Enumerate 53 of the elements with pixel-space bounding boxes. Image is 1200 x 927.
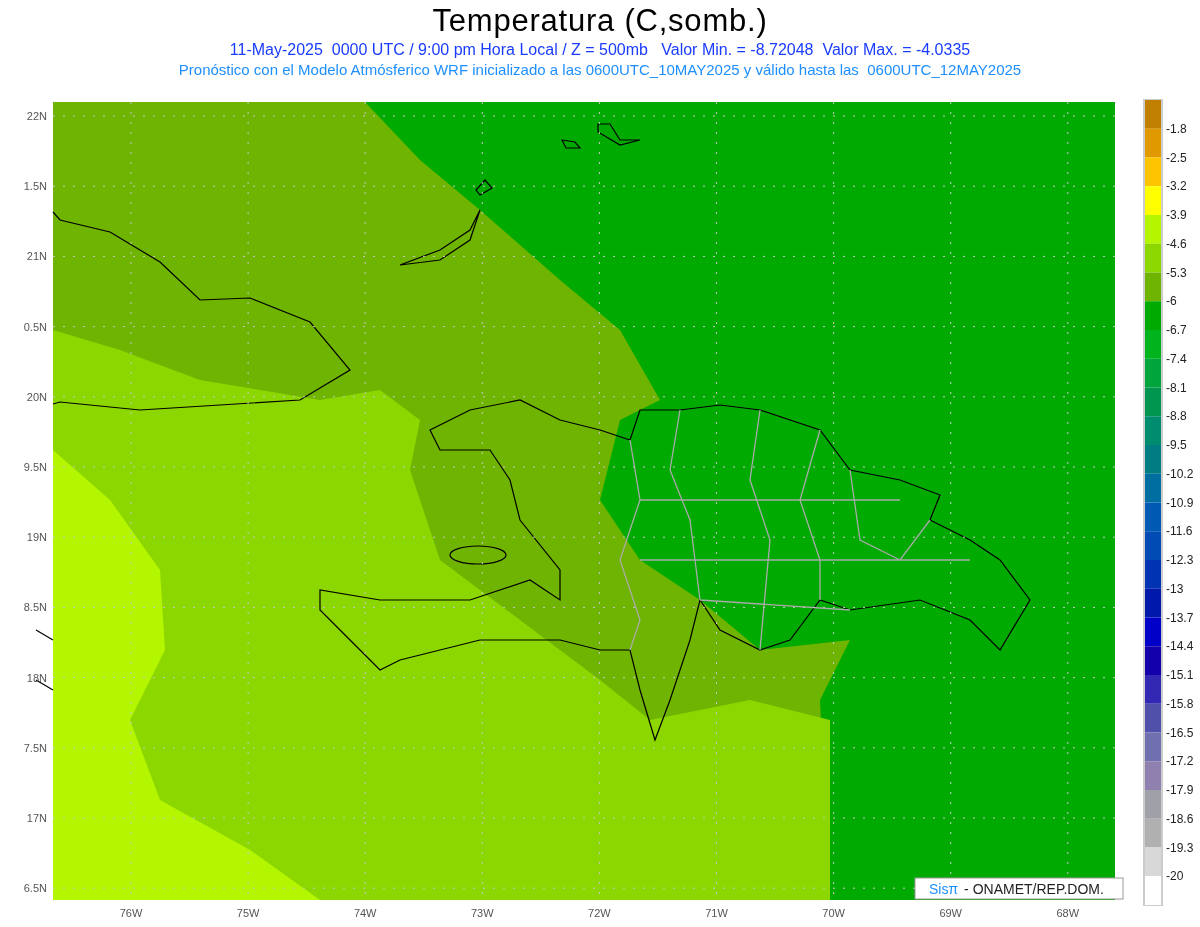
colorbar-label: -15.1: [1166, 668, 1194, 682]
colorbar-label: -1.8: [1166, 121, 1187, 136]
colorbar-label: -14.4: [1166, 639, 1194, 654]
chart-description: Pronóstico con el Modelo Atmósferico WRF inicializado a las 0600UTC_10MAY2025 y válido hasta las 0600UTC_12MAY2025: [178, 60, 1022, 80]
colorbar-label: -3.9: [1166, 208, 1187, 222]
colorbar-label: -6.7: [1166, 323, 1187, 337]
longitude-label: 69W: [939, 907, 962, 919]
colorbar-label: -10.2: [1166, 466, 1194, 481]
colorbar-label: -18.6: [1166, 811, 1194, 826]
longitude-label: 72W: [588, 907, 611, 919]
colorbar-label: -16.5: [1166, 725, 1194, 740]
latitude-label: 7.5N: [23, 741, 47, 754]
colorbar-label: -8.1: [1166, 380, 1187, 395]
latitude-label: 22N: [26, 110, 47, 122]
longitude-label: 76W: [119, 907, 143, 919]
latitude-label: 0.5N: [23, 320, 47, 333]
colorbar-label: -10.9: [1166, 495, 1194, 510]
chart-title: Temperatura (C,somb.): [432, 2, 768, 40]
latitude-label: 17N: [26, 812, 47, 824]
colorbar-label: -6: [1166, 294, 1177, 309]
latitude-label: 9.5N: [23, 461, 47, 473]
latitude-label: 8.5N: [23, 601, 47, 614]
longitude-label: 71W: [705, 907, 728, 919]
latitude-label: 19N: [26, 531, 47, 544]
latitude-label: 21N: [26, 250, 47, 263]
colorbar-label: -4.6: [1166, 236, 1187, 251]
colorbar-label: -19.3: [1166, 840, 1194, 855]
latitude-label: 18N: [26, 671, 47, 684]
colorbar-label: -17.9: [1166, 783, 1194, 797]
longitude-label: 73W: [471, 907, 494, 919]
longitude-label: 75W: [236, 907, 260, 919]
longitude-label: 74W: [353, 907, 377, 919]
colorbar-label: -13: [1166, 581, 1184, 596]
colorbar-label: -3.2: [1166, 179, 1187, 194]
colorbar-label: -13.7: [1166, 610, 1194, 625]
longitude-label: 70W: [822, 907, 845, 919]
latitude-label: 1.5N: [23, 180, 47, 193]
credit-label: - ONAMET/REP.DOM.: [964, 881, 1104, 897]
colorbar-label: -7.4: [1166, 351, 1187, 366]
colorbar-label: -15.8: [1166, 696, 1194, 711]
colorbar-label: -9.5: [1166, 438, 1187, 452]
colorbar-label: -11.6: [1166, 524, 1193, 539]
brand-label: Sisπ: [929, 881, 959, 897]
longitude-label: 68W: [1056, 907, 1080, 919]
latitude-label: 6.5N: [23, 882, 47, 895]
colorbar-label: -20: [1166, 869, 1184, 884]
colorbar-label: -8.8: [1166, 409, 1187, 424]
colorbar-label: -17.2: [1166, 754, 1194, 769]
colorbar-label: -12.3: [1166, 553, 1194, 567]
colorbar-label: -5.3: [1166, 265, 1187, 280]
latitude-label: 20N: [26, 390, 47, 403]
chart-subtitle: 11-May-2025 0000 UTC / 9:00 pm Hora Local / Z = 500mb Valor Min. = -8.72048 Valor Max. = -4.0335: [229, 40, 971, 60]
colorbar-label: -2.5: [1166, 150, 1187, 165]
